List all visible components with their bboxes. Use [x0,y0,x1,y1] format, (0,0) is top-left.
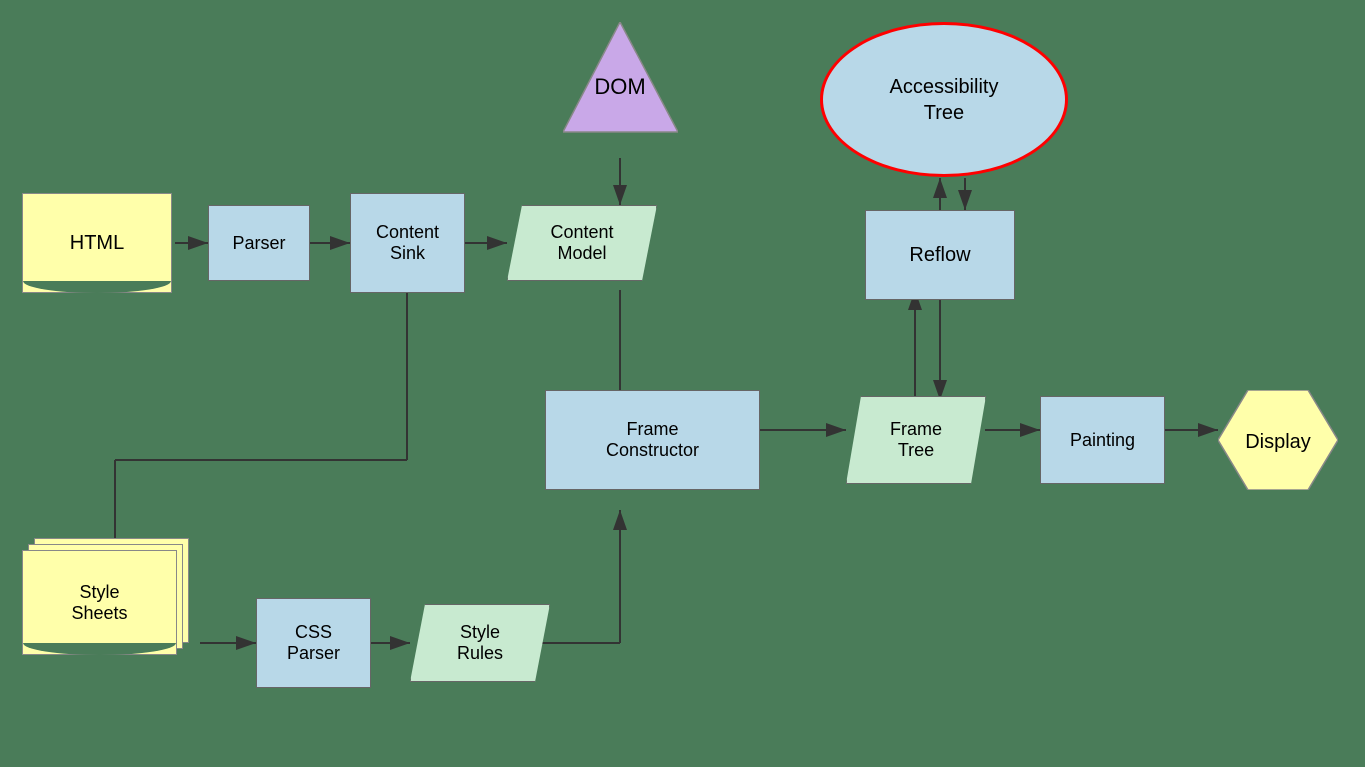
reflow-node: Reflow [865,210,1015,300]
display-hexagon: Display [1218,390,1338,490]
style-sheets-node: Style Sheets [22,550,177,655]
html-label: HTML [22,193,172,293]
css-parser-node: CSS Parser [256,598,371,688]
dom-triangle: DOM [563,22,678,158]
dom-node: DOM [563,22,678,163]
content-sink-node: Content Sink [350,193,465,293]
frame-constructor-node: Frame Constructor [545,390,760,490]
arrows-svg [0,0,1365,767]
frame-tree-node: Frame Tree [846,396,986,484]
display-node: Display [1218,390,1338,495]
painting-node: Painting [1040,396,1165,484]
content-model-node: Content Model [507,205,657,281]
diagram: HTML Parser Content Sink Content Model D… [0,0,1365,767]
svg-text:DOM: DOM [594,74,645,99]
svg-text:Display: Display [1245,431,1311,453]
html-node: HTML [22,193,172,293]
accessibility-tree-node: Accessibility Tree [820,22,1068,177]
style-rules-node: Style Rules [410,604,550,682]
parser-node: Parser [208,205,310,281]
